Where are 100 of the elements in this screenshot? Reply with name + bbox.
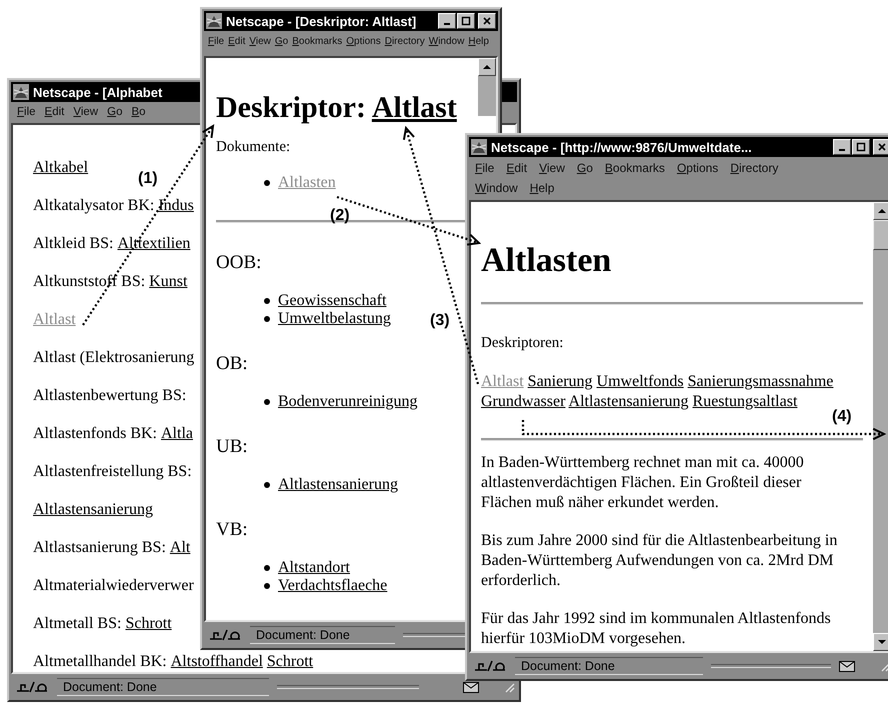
link[interactable]: Alt: [170, 539, 190, 557]
menu-item[interactable]: Directory: [384, 36, 425, 47]
link[interactable]: Kunst: [149, 273, 188, 291]
paragraph: Für das Jahr 1992 sind im kommunalen Altlastenfonds hierfür 103MioDM vorgesehen.: [481, 609, 832, 649]
link[interactable]: Geowissenschaft: [278, 292, 386, 310]
link[interactable]: Schrott: [266, 653, 314, 671]
link[interactable]: Altlast: [33, 311, 76, 329]
security-key-icon: [473, 659, 507, 673]
bullet-icon: [264, 180, 270, 186]
link[interactable]: Altlasten: [278, 174, 336, 192]
step-label: (2): [330, 207, 350, 225]
link[interactable]: Umweltbelastung: [278, 310, 391, 328]
menu-item[interactable]: Edit: [228, 36, 246, 47]
menu-item[interactable]: Go: [107, 106, 122, 118]
maximize-button[interactable]: [852, 139, 870, 155]
link[interactable]: Altlastensanierung: [568, 393, 689, 410]
step-label: (3): [430, 312, 450, 330]
menu-item[interactable]: View: [73, 106, 98, 118]
status-text: Document: Done: [57, 678, 269, 696]
menu-item[interactable]: Bookmarks: [604, 161, 665, 175]
section-heading: OOB:: [216, 252, 262, 273]
heading-link[interactable]: Altlast: [372, 91, 457, 124]
link[interactable]: Schrott: [125, 615, 172, 633]
minimize-icon: [839, 149, 845, 151]
maximize-button[interactable]: [457, 13, 475, 29]
link[interactable]: Alttextilien: [117, 235, 190, 253]
menu-item[interactable]: Window: [475, 181, 518, 195]
term-text: Altmetallhandel BK:: [33, 653, 167, 671]
link[interactable]: Altla: [161, 425, 193, 443]
app-icon: [13, 84, 29, 100]
term-text: Altlast (Elektrosanierung: [33, 349, 194, 367]
link[interactable]: Sanierung: [528, 373, 593, 390]
minimize-button[interactable]: [833, 139, 851, 155]
paragraph: In Baden-Württemberg rechnet man mit ca. 40000 altlastenverdächtigen Flächen. Ein Großteil dieser Flächen muß näher erkundet werden.: [481, 453, 805, 513]
scroll-up-icon[interactable]: [482, 62, 492, 72]
menu-item[interactable]: Directory: [730, 161, 778, 175]
menu-item[interactable]: Go: [576, 161, 593, 175]
link[interactable]: Verdachtsflaeche: [278, 577, 388, 595]
step-label: (4): [832, 408, 852, 426]
link[interactable]: Altlastensanierung: [33, 501, 153, 519]
window-title: Netscape - [http://www:9876/Umweltdate...: [491, 140, 752, 154]
app-icon: [471, 139, 487, 155]
minimize-icon: [444, 23, 450, 25]
maximize-icon: [856, 142, 866, 152]
menu-item[interactable]: Window: [428, 36, 464, 47]
bullet-icon: [264, 316, 270, 322]
term-text: Altmetall BS:: [33, 615, 122, 633]
menu-item[interactable]: Options: [346, 36, 381, 47]
link[interactable]: Altlastensanierung: [278, 476, 398, 494]
resize-grip-icon[interactable]: [503, 681, 515, 693]
menu-item[interactable]: Options: [676, 161, 718, 175]
status-text: Document: Done: [515, 657, 704, 675]
scroll-down-icon[interactable]: [877, 637, 887, 647]
menu-item[interactable]: Edit: [44, 106, 64, 118]
mail-icon[interactable]: [463, 682, 479, 692]
section-heading: VB:: [216, 519, 248, 540]
maximize-icon: [461, 16, 471, 26]
menu-item[interactable]: File: [475, 161, 494, 175]
scroll-up-icon[interactable]: [877, 206, 887, 216]
term-text: Altlastenfreistellung BS:: [33, 463, 192, 481]
link[interactable]: Umweltfonds: [596, 373, 684, 390]
menu-item[interactable]: Bookmarks: [292, 36, 342, 47]
bullet-icon: [264, 482, 270, 488]
menu-item[interactable]: View: [539, 161, 565, 175]
link[interactable]: Grundwasser: [481, 393, 566, 410]
page-heading: Deskriptor:: [216, 91, 366, 124]
menu-item[interactable]: Help: [468, 36, 489, 47]
scrollbar[interactable]: [873, 202, 888, 651]
bullet-icon: [264, 399, 270, 405]
menu-item[interactable]: Edit: [506, 161, 528, 175]
close-button[interactable]: [478, 13, 496, 29]
scrollbar[interactable]: [478, 58, 496, 116]
minimize-button[interactable]: [438, 13, 456, 29]
term-text: Altlastsanierung BS:: [33, 539, 166, 557]
menu-item[interactable]: Bo: [131, 106, 146, 118]
term-text: Altlastenfonds BK:: [33, 425, 157, 443]
window-title: Netscape - [Alphabet: [33, 84, 162, 100]
link[interactable]: Altlast: [481, 373, 524, 390]
menu-item[interactable]: File: [17, 106, 36, 118]
close-button[interactable]: [873, 139, 888, 155]
menu-item[interactable]: View: [249, 36, 271, 47]
mail-icon[interactable]: [839, 660, 855, 672]
term-text: Altkunststoff BS:: [33, 273, 146, 291]
menu-item[interactable]: Help: [530, 181, 554, 195]
page-heading: Altlasten: [481, 242, 612, 279]
link[interactable]: Altstandort: [278, 559, 350, 577]
menu-item[interactable]: Go: [274, 36, 288, 47]
window-title: Netscape - [Deskriptor: Altlast]: [226, 14, 416, 28]
security-key-icon: [208, 628, 242, 642]
paragraph: Bis zum Jahre 2000 sind für die Altlastenbearbeitung in Baden-Württemberg Aufwendungen von ca. 2Mrd DM erforderlich.: [481, 531, 838, 591]
bullet-icon: [264, 565, 270, 571]
link[interactable]: Bodenverunreinigung: [278, 393, 418, 411]
menu-item[interactable]: File: [208, 36, 224, 47]
link[interactable]: Altkabel: [33, 159, 88, 177]
scroll-thumb[interactable]: [873, 220, 888, 250]
term-text: Altmaterialwiederverwer: [33, 577, 194, 595]
link[interactable]: Ruestungsaltlast: [692, 393, 798, 410]
link[interactable]: Indus: [158, 197, 194, 215]
link[interactable]: Sanierungsmassnahme: [688, 373, 834, 390]
link[interactable]: Altstoffhandel: [170, 653, 263, 671]
